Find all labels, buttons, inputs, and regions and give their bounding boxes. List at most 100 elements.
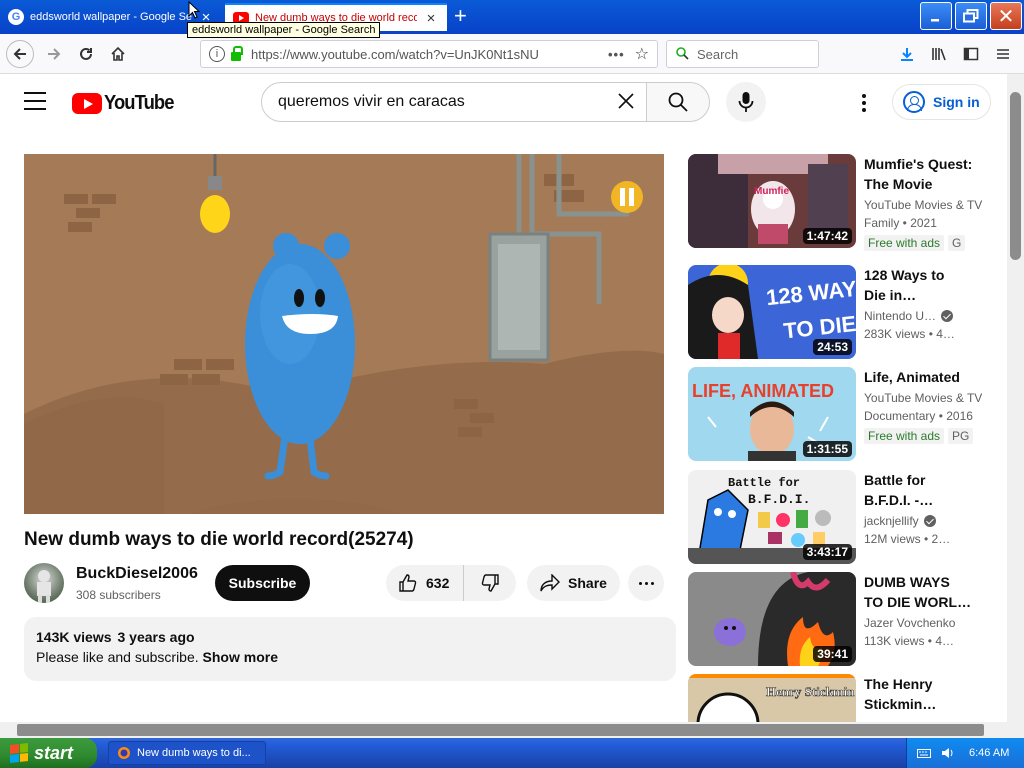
recommendation-info: 128 Ways to Die in… Nintendo U… 283K view… [864,265,988,343]
show-more-link[interactable]: Show more [203,649,278,665]
share-button[interactable]: Share [527,565,620,601]
volume-icon[interactable] [941,747,955,759]
video-duration: 24:53 [813,339,852,355]
like-count: 632 [426,575,450,591]
start-label: start [34,742,74,763]
recommendation-item[interactable]: Henry Stickmin The Henry Stickmin… [688,674,988,722]
recommendation-title[interactable]: Life, Animated [864,367,988,387]
page-actions-icon[interactable]: ••• [608,47,625,62]
recommendation-item[interactable]: 128 WAYS TO DIE 24:53 128 Ways to Die in… … [688,265,988,359]
recommendation-channel[interactable]: Jazer Vovchenko [864,614,988,632]
search-icon [675,46,689,63]
reload-button[interactable] [72,40,100,68]
upload-age: 3 years ago [117,629,195,645]
verified-icon [923,515,936,527]
home-button[interactable] [104,40,132,68]
recommendation-meta: Family • 2021 [864,216,937,230]
recommendation-meta: Documentary • 2016 [864,409,973,423]
voice-search-button[interactable] [726,82,766,122]
recommendation-title[interactable]: The Henry Stickmin… [864,674,988,714]
free-with-ads-badge: Free with ads [864,428,945,444]
like-dislike-group: 632 [386,565,517,601]
recommendation-meta: 12M views • 2… [864,532,951,546]
youtube-logo[interactable]: YouTube [72,92,180,115]
clock[interactable]: 6:46 AM [969,747,1009,759]
more-actions-button[interactable] [628,565,664,601]
recommendation-item[interactable]: Battle for B.F.D.I. 3:43:17 Battle for B.F… [688,470,988,564]
verified-icon [941,310,954,322]
new-tab-button[interactable]: + [454,5,467,27]
sidebar-icon[interactable] [958,40,984,68]
recommendation-info: Life, Animated YouTube Movies & TV Docum… [864,367,988,444]
maximize-button[interactable] [955,2,987,30]
guide-menu-icon[interactable] [24,92,46,110]
svg-text:Henry Stickmin: Henry Stickmin [766,684,855,699]
close-window-button[interactable]: ✕ [990,2,1022,30]
recommendation-info: Mumfie's Quest: The Movie YouTube Movies … [864,154,988,251]
youtube-search-input[interactable]: queremos vivir en caracas [261,82,647,122]
info-icon[interactable]: i [209,46,225,62]
rating-badge: G [948,235,966,251]
video-thumbnail[interactable]: Battle for B.F.D.I. 3:43:17 [688,470,856,564]
recommendation-info: DUMB WAYS TO DIE WORL… Jazer Vovchenko 11… [864,572,988,650]
recommendation-title[interactable]: DUMB WAYS TO DIE WORL… [864,572,988,612]
free-with-ads-badge: Free with ads [864,235,945,251]
taskbar-window-button[interactable]: New dumb ways to di... [108,741,266,765]
subscribe-button[interactable]: Subscribe [215,565,310,601]
recommendation-title[interactable]: Battle for B.F.D.I. -… [864,470,988,510]
clear-search-icon[interactable] [606,87,646,118]
forward-button[interactable] [40,40,68,68]
vertical-scrollbar[interactable] [1007,74,1024,738]
minimize-button[interactable] [920,2,952,30]
view-count: 143K views [36,629,112,645]
recommendation-meta: 283K views • 4… [864,327,955,341]
microphone-icon [738,92,754,112]
video-thumbnail[interactable]: 128 WAYS TO DIE 24:53 [688,265,856,359]
recommendation-channel[interactable]: YouTube Movies & TV [864,196,988,214]
settings-menu-icon[interactable] [852,92,876,114]
search-query: queremos vivir en caracas [278,93,465,110]
recommendation-item[interactable]: Mumfie 1:47:42 Mumfie's Quest: The Movie … [688,154,988,251]
scrollbar-thumb[interactable] [17,724,984,736]
description-body: Please like and subscribe. [36,649,199,665]
close-tab-icon[interactable]: × [423,10,439,27]
recommendation-item[interactable]: 39:41 DUMB WAYS TO DIE WORL… Jazer Vovche… [688,572,988,666]
back-button[interactable] [6,40,34,68]
windows-taskbar: start New dumb ways to di... 6:46 AM [0,738,1024,768]
video-title: New dumb ways to die world record(25274) [24,529,414,550]
address-bar[interactable]: i https://www.youtube.com/watch?v=UnJK0N… [200,40,658,68]
keyboard-icon[interactable] [917,747,931,759]
bookmark-star-icon[interactable]: ☆ [635,44,649,64]
video-thumbnail[interactable]: 39:41 [688,572,856,666]
recommendation-title[interactable]: 128 Ways to Die in… [864,265,988,305]
channel-name[interactable]: BuckDiesel2006 [76,565,198,583]
recommendation-channel[interactable]: Nintendo U… [864,307,988,325]
video-thumbnail[interactable]: LIFE, ANIMATED 1:31:55 [688,367,856,461]
system-tray: 6:46 AM [906,738,1024,768]
badge-row: Free with ads G [864,235,988,251]
recommendation-title[interactable]: Mumfie's Quest: The Movie [864,154,988,194]
sign-in-button[interactable]: Sign in [892,84,991,120]
download-icon[interactable] [894,40,920,68]
horizontal-scrollbar[interactable] [0,722,1007,738]
description-box[interactable]: 143K views 3 years ago Please like and su… [24,617,676,681]
browser-search-field[interactable]: Search [666,40,819,68]
video-thumbnail[interactable]: Henry Stickmin [688,674,856,722]
video-player[interactable] [24,154,664,514]
search-icon [668,92,688,112]
recommendation-item[interactable]: LIFE, ANIMATED 1:31:55 Life, Animated Yo… [688,367,988,461]
tab-title: eddsworld wallpaper - Google Search [30,11,192,23]
like-button[interactable]: 632 [386,565,465,601]
scrollbar-thumb[interactable] [1010,92,1021,260]
menu-icon[interactable] [990,40,1016,68]
library-icon[interactable] [926,40,952,68]
mouse-cursor-icon [188,1,200,19]
channel-avatar[interactable] [24,563,64,603]
youtube-search-button[interactable] [646,82,710,122]
windows-flag-icon [10,743,28,763]
video-thumbnail[interactable]: Mumfie 1:47:42 [688,154,856,248]
recommendation-channel[interactable]: YouTube Movies & TV [864,389,988,407]
dislike-button[interactable] [464,565,516,601]
recommendation-channel[interactable]: jacknjellify [864,512,988,530]
start-button[interactable]: start [0,738,97,768]
